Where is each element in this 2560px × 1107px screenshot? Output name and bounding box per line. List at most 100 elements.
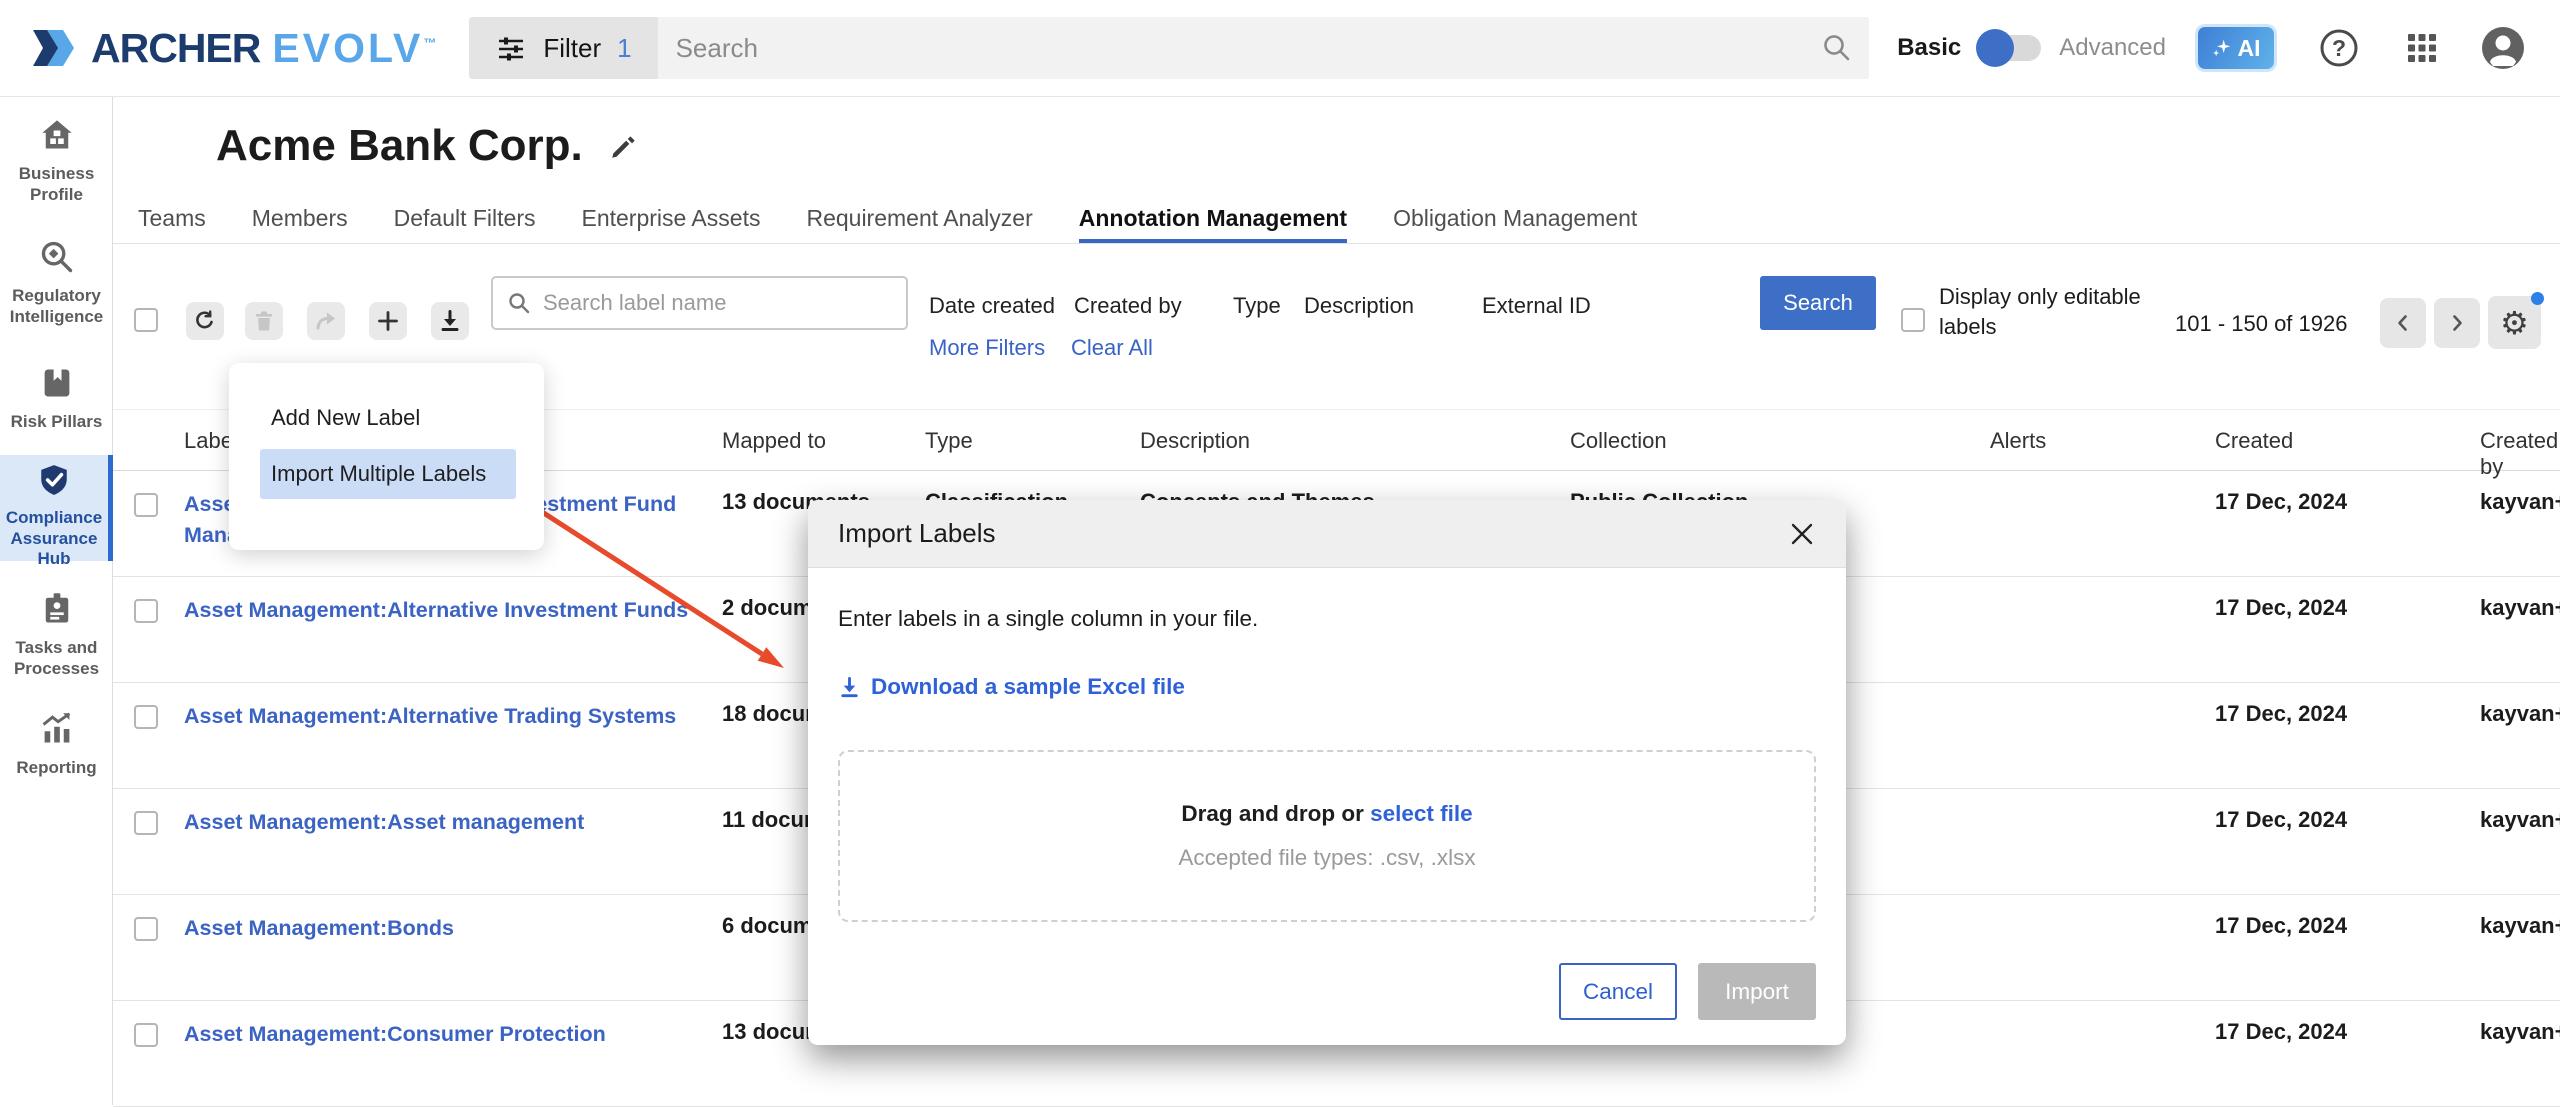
import-button[interactable]: Import	[1698, 963, 1816, 1020]
label-search-input[interactable]	[531, 290, 906, 316]
tab-annotation-management[interactable]: Annotation Management	[1079, 205, 1347, 243]
chevron-left-icon	[2393, 313, 2413, 333]
filter-button[interactable]: Filter 1	[469, 17, 657, 79]
filter-description[interactable]: Description	[1304, 293, 1414, 319]
ai-sparkle-icon	[2212, 38, 2232, 58]
share-button[interactable]	[307, 302, 345, 340]
select-file-link[interactable]: select file	[1370, 801, 1473, 826]
archer-logo-icon	[33, 27, 79, 69]
tab-teams[interactable]: Teams	[138, 205, 206, 243]
created-cell: 17 Dec, 2024	[2215, 701, 2347, 727]
sidebar-item-business-profile[interactable]: Business Profile	[0, 117, 113, 205]
modal-footer: Cancel Import	[1559, 963, 1816, 1020]
column-header-mapped-to[interactable]: Mapped to	[722, 428, 826, 454]
download-sample-link-text: Download a sample Excel file	[871, 674, 1185, 700]
add-label-button[interactable]	[369, 302, 407, 340]
delete-button[interactable]	[245, 302, 283, 340]
column-header-description[interactable]: Description	[1140, 428, 1250, 454]
column-header-created[interactable]: Created	[2215, 428, 2293, 454]
created-by-cell: kayvan+p	[2480, 595, 2560, 621]
basic-advanced-toggle[interactable]	[1979, 35, 2041, 61]
gear-icon: ⚙	[2500, 307, 2529, 339]
apps-grid-icon[interactable]	[2404, 30, 2440, 66]
column-header-alerts[interactable]: Alerts	[1990, 428, 2046, 454]
reporting-icon	[39, 711, 75, 747]
created-by-cell: kayvan+p	[2480, 913, 2560, 939]
select-all-checkbox[interactable]	[134, 308, 158, 332]
download-sample-link[interactable]: Download a sample Excel file	[838, 674, 1816, 700]
row-checkbox[interactable]	[134, 1023, 158, 1047]
left-sidebar: Business Profile Regulatory Intelligence…	[0, 97, 113, 1105]
settings-gear-button[interactable]: ⚙	[2488, 296, 2541, 349]
sidebar-item-tasks-and-processes[interactable]: Tasks and Processes	[0, 591, 113, 679]
global-search-input[interactable]	[658, 33, 1822, 64]
more-filters-link[interactable]: More Filters	[929, 335, 1045, 361]
search-icon	[1821, 32, 1853, 64]
svg-text:?: ?	[2332, 35, 2346, 61]
row-checkbox[interactable]	[134, 811, 158, 835]
display-only-editable-label: Display only editable labels	[1939, 282, 2177, 342]
cancel-button[interactable]: Cancel	[1559, 963, 1677, 1020]
tab-obligation-management[interactable]: Obligation Management	[1393, 205, 1637, 243]
prev-page-button[interactable]	[2380, 298, 2426, 348]
ai-button[interactable]: AI	[2198, 27, 2274, 69]
created-by-cell: kayvan+p	[2480, 807, 2560, 833]
brand-name: ARCHER	[91, 25, 260, 72]
modal-title: Import Labels	[838, 518, 996, 549]
edit-pencil-icon[interactable]	[609, 131, 639, 161]
add-label-dropdown-menu: Add New Label Import Multiple Labels	[229, 363, 544, 550]
file-dropzone[interactable]: Drag and drop or select file Accepted fi…	[838, 750, 1816, 922]
archer-evolv-logo: ARCHER EVOLV™	[33, 25, 439, 72]
label-link[interactable]: Asset Management:Consumer Protection	[184, 1019, 699, 1050]
help-icon[interactable]: ?	[2318, 27, 2360, 69]
menu-item-add-new-label[interactable]: Add New Label	[271, 405, 420, 431]
row-checkbox[interactable]	[134, 493, 158, 517]
sidebar-item-label: Compliance Assurance Hub	[0, 508, 108, 570]
row-checkbox[interactable]	[134, 705, 158, 729]
import-labels-modal: Import Labels Enter labels in a single c…	[808, 500, 1846, 1045]
label-search-box[interactable]	[491, 276, 908, 330]
row-checkbox[interactable]	[134, 599, 158, 623]
refresh-button[interactable]	[186, 302, 224, 340]
risk-pillars-icon	[39, 365, 75, 401]
close-icon[interactable]	[1788, 520, 1816, 548]
tab-members[interactable]: Members	[252, 205, 348, 243]
top-bar: ARCHER EVOLV™ Filter 1 Basic Advanced	[0, 0, 2560, 97]
created-by-cell: kayvan+p	[2480, 489, 2560, 515]
created-by-cell: kayvan+p	[2480, 1019, 2560, 1045]
sidebar-item-compliance-assurance-hub[interactable]: Compliance Assurance Hub	[0, 455, 113, 561]
filter-date-created[interactable]: Date created	[929, 293, 1055, 319]
display-only-editable-checkbox[interactable]	[1901, 308, 1925, 332]
import-labels-button[interactable]	[431, 302, 469, 340]
label-link[interactable]: Asset Management:Asset management	[184, 807, 699, 838]
global-search-bar[interactable]	[658, 17, 1870, 79]
filter-external-id[interactable]: External ID	[1482, 293, 1591, 319]
label-link[interactable]: Asset Management:Alternative Investment …	[184, 595, 699, 626]
column-header-type[interactable]: Type	[925, 428, 973, 454]
filter-type[interactable]: Type	[1233, 293, 1281, 319]
download-icon	[838, 676, 861, 699]
next-page-button[interactable]	[2434, 298, 2480, 348]
sidebar-item-regulatory-intelligence[interactable]: Regulatory Intelligence	[0, 239, 113, 327]
tab-default-filters[interactable]: Default Filters	[394, 205, 536, 243]
sidebar-item-label: Business Profile	[0, 164, 113, 205]
home-icon	[39, 117, 75, 153]
sidebar-item-reporting[interactable]: Reporting	[0, 711, 113, 779]
created-cell: 17 Dec, 2024	[2215, 489, 2347, 515]
row-checkbox[interactable]	[134, 917, 158, 941]
filter-created-by[interactable]: Created by	[1074, 293, 1182, 319]
search-button[interactable]: Search	[1760, 276, 1876, 330]
filter-button-label: Filter	[543, 33, 601, 64]
created-by-cell: kayvan+p	[2480, 701, 2560, 727]
user-avatar[interactable]	[2480, 25, 2526, 71]
clear-all-link[interactable]: Clear All	[1071, 335, 1153, 361]
tab-requirement-analyzer[interactable]: Requirement Analyzer	[806, 205, 1032, 243]
sidebar-item-risk-pillars[interactable]: Risk Pillars	[0, 365, 113, 433]
advanced-mode-label: Advanced	[2059, 34, 2166, 62]
label-link[interactable]: Asset Management:Bonds	[184, 913, 699, 944]
column-header-collection[interactable]: Collection	[1570, 428, 1667, 454]
tab-enterprise-assets[interactable]: Enterprise Assets	[581, 205, 760, 243]
dropzone-prefix: Drag and drop or	[1181, 801, 1370, 826]
menu-item-import-multiple-labels[interactable]: Import Multiple Labels	[260, 449, 516, 499]
label-link[interactable]: Asset Management:Alternative Trading Sys…	[184, 701, 699, 732]
